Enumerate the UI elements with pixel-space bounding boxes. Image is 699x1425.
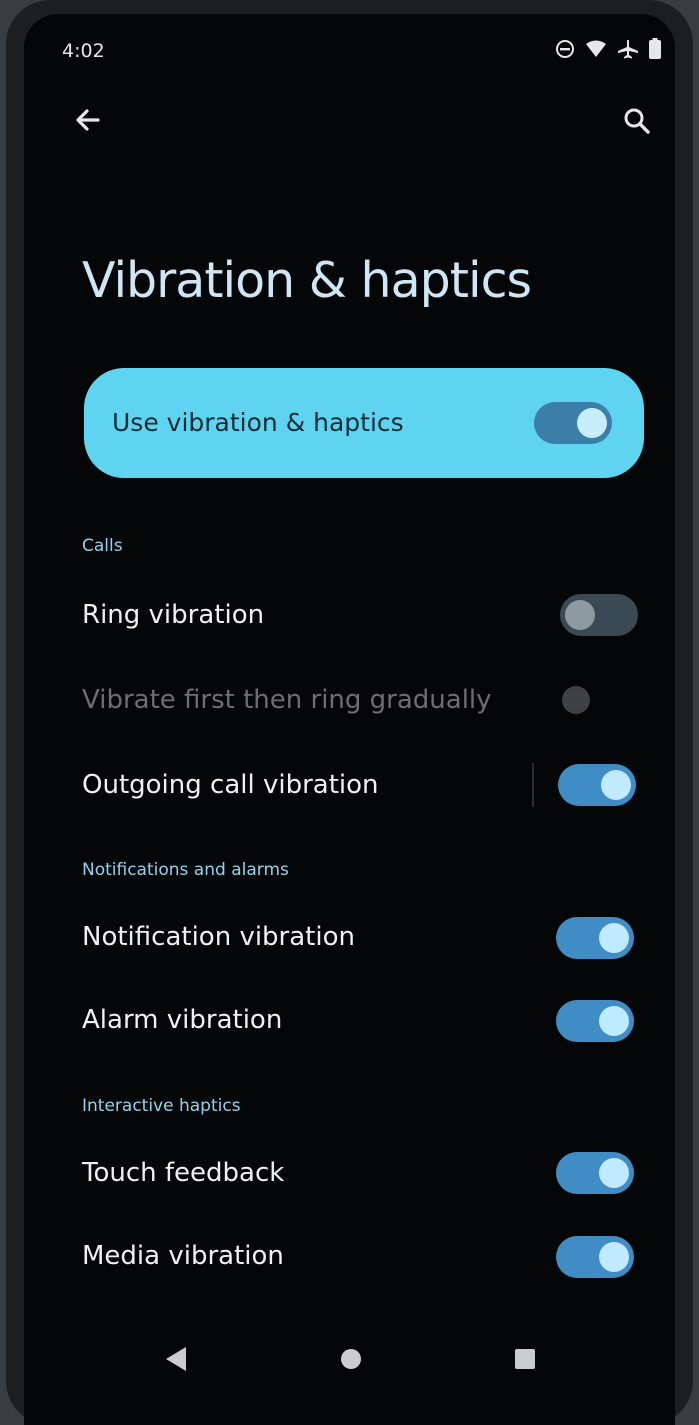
switch-knob [601, 770, 631, 800]
media-vibration-label: Media vibration [82, 1241, 284, 1271]
vibrate-first-label: Vibrate first then ring gradually [82, 685, 492, 715]
status-time: 4:02 [62, 40, 105, 62]
switch-knob [599, 1242, 629, 1272]
switch-knob [599, 923, 629, 953]
media-vibration-row[interactable]: Media vibration [64, 1226, 640, 1288]
touch-feedback-label: Touch feedback [82, 1158, 285, 1188]
notification-vibration-label: Notification vibration [82, 922, 355, 952]
notification-vibration-switch[interactable] [556, 917, 634, 959]
outgoing-call-label: Outgoing call vibration [82, 770, 379, 800]
section-header-interactive-haptics: Interactive haptics [82, 1096, 241, 1116]
outgoing-call-switch[interactable] [558, 764, 636, 806]
section-header-notifications: Notifications and alarms [82, 860, 289, 880]
alarm-vibration-row[interactable]: Alarm vibration [60, 990, 640, 1052]
alarm-vibration-switch[interactable] [556, 1000, 634, 1042]
screen: 4:02 Vibration & haptics Use vibration &… [24, 14, 675, 1425]
section-header-calls: Calls [82, 536, 123, 556]
alarm-vibration-label: Alarm vibration [82, 1005, 283, 1035]
vibrate-first-row: Vibrate first then ring gradually [76, 672, 642, 728]
airplane-icon [618, 39, 638, 58]
switch-knob [562, 686, 590, 714]
touch-feedback-switch[interactable] [556, 1152, 634, 1194]
status-icons [555, 38, 661, 59]
nav-back-icon[interactable] [162, 1344, 190, 1374]
search-icon[interactable] [622, 106, 652, 136]
use-vibration-label: Use vibration & haptics [112, 408, 404, 437]
ring-vibration-label: Ring vibration [82, 600, 265, 630]
battery-icon [649, 38, 661, 59]
touch-feedback-row[interactable]: Touch feedback [64, 1142, 640, 1204]
ring-vibration-row[interactable]: Ring vibration [76, 580, 642, 650]
switch-knob [599, 1006, 629, 1036]
switch-knob [565, 600, 595, 630]
phone-frame: 4:02 Vibration & haptics Use vibration &… [6, 0, 693, 1425]
nav-home-icon[interactable] [338, 1346, 364, 1372]
media-vibration-switch[interactable] [556, 1236, 634, 1278]
row-divider [532, 763, 534, 807]
back-arrow-icon[interactable] [72, 104, 104, 136]
do-not-disturb-icon [556, 39, 574, 58]
outgoing-call-row[interactable]: Outgoing call vibration [76, 754, 642, 816]
use-vibration-card[interactable]: Use vibration & haptics [84, 368, 644, 478]
switch-knob [599, 1158, 629, 1188]
notification-vibration-row[interactable]: Notification vibration [68, 908, 636, 968]
ring-vibration-switch[interactable] [560, 594, 638, 636]
nav-recents-icon[interactable] [512, 1346, 538, 1372]
vibrate-first-switch [556, 679, 634, 721]
switch-knob [577, 408, 607, 438]
use-vibration-switch[interactable] [534, 402, 612, 444]
wifi-icon [586, 40, 606, 57]
page-title: Vibration & haptics [82, 252, 532, 309]
